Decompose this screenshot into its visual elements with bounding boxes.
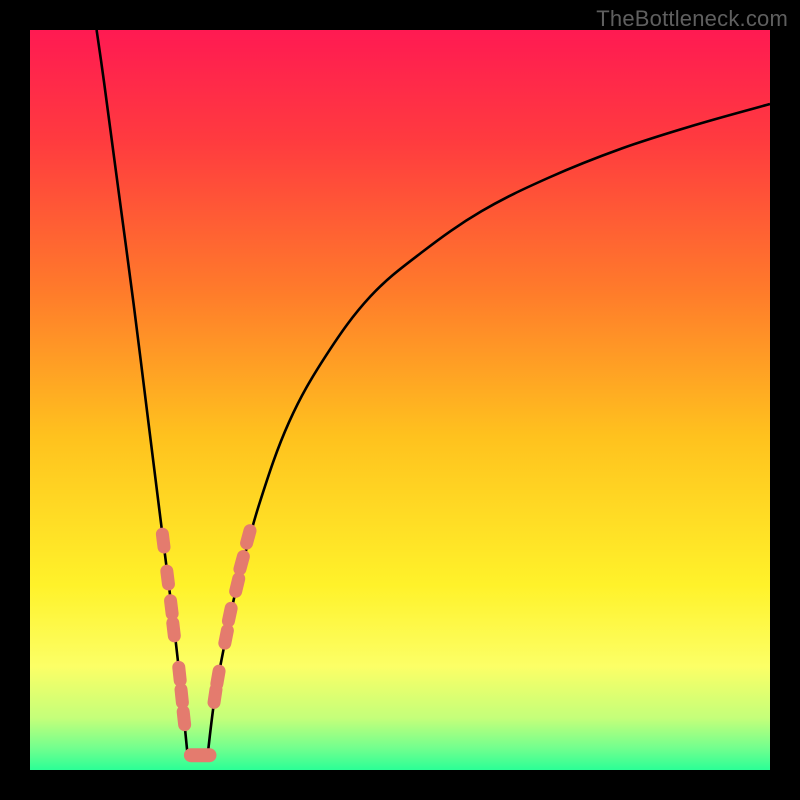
markers-left bbox=[155, 527, 192, 732]
curve-right bbox=[208, 104, 770, 755]
curve-marker bbox=[239, 523, 258, 552]
curve-marker bbox=[166, 616, 182, 643]
markers-right bbox=[207, 523, 258, 710]
chart-curve-layer bbox=[30, 30, 770, 770]
curve-marker bbox=[209, 664, 226, 692]
curve-marker bbox=[221, 601, 239, 629]
curve-marker bbox=[155, 527, 171, 554]
curve-left bbox=[97, 30, 188, 755]
watermark-text: TheBottleneck.com bbox=[596, 6, 788, 32]
curve-marker bbox=[160, 564, 176, 591]
curve-marker bbox=[176, 705, 192, 732]
chart-frame bbox=[30, 30, 770, 770]
curve-marker bbox=[232, 549, 251, 578]
marker-bottom-bar bbox=[184, 748, 217, 762]
curve-marker bbox=[228, 571, 247, 599]
